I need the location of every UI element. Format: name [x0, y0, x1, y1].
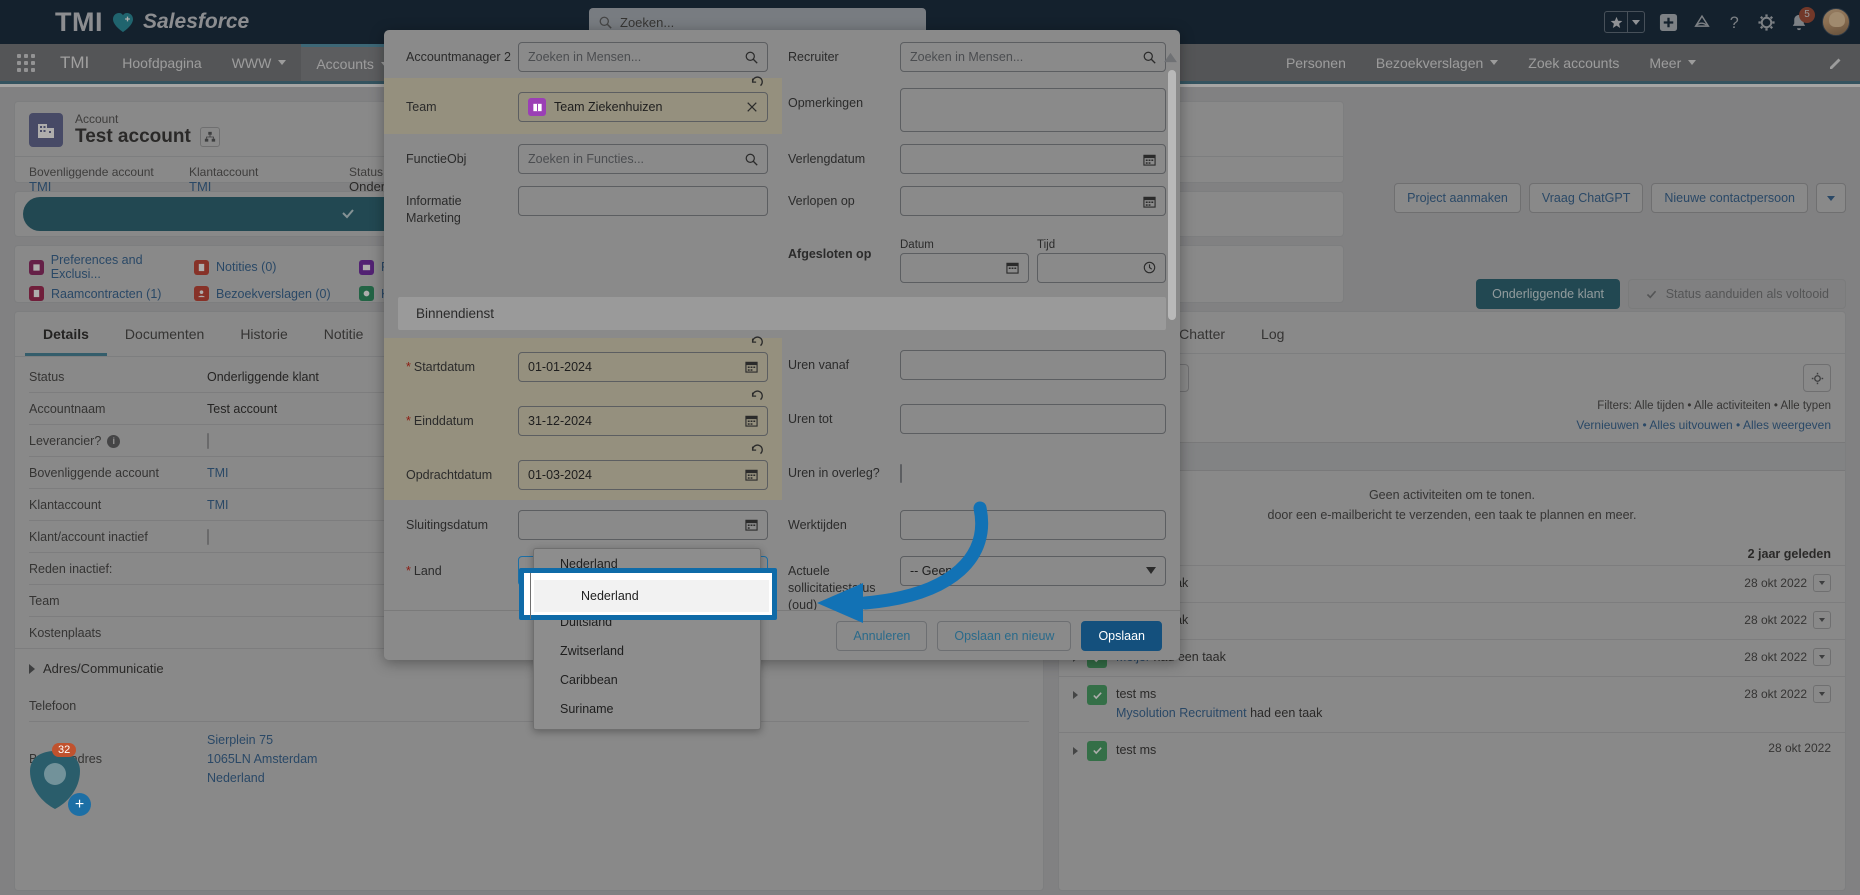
dropdown-option-zwitserland[interactable]: Zwitserland — [534, 636, 760, 665]
team-value: Team Ziekenhuizen — [554, 100, 663, 114]
field-label-verlengdatum: Verlengdatum — [788, 152, 866, 166]
field-label-werktijden: Werktijden — [788, 517, 847, 532]
dropdown-option-suriname[interactable]: Suriname — [534, 694, 760, 723]
afgesloten-op-date-input[interactable] — [900, 252, 1029, 283]
field-value: 01-01-2024 — [528, 359, 592, 374]
save-button[interactable]: Opslaan — [1081, 620, 1162, 651]
field-label-actuele-sollicitatiestatus: Actuele sollicitatiestatus (oud) — [788, 563, 876, 612]
modal-scroll-area: Accountmanager 2 Zoeken in Mensen... Rec… — [384, 30, 1180, 660]
team-pill-field[interactable]: Team Ziekenhuizen — [518, 92, 768, 122]
scroll-up-icon[interactable] — [1163, 50, 1178, 68]
field-label-land: Land — [406, 556, 518, 580]
placeholder-text: Zoeken in Functies... — [528, 152, 645, 166]
einstein-add-icon[interactable]: + — [68, 793, 91, 816]
einstein-badge-count: 32 — [52, 743, 77, 757]
chevron-down-icon — [1146, 567, 1156, 575]
field-label-accountmanager2: Accountmanager 2 — [406, 50, 511, 64]
edit-record-modal: Accountmanager 2 Zoeken in Mensen... Rec… — [384, 30, 1180, 660]
team-icon — [528, 98, 546, 116]
undo-icon[interactable] — [750, 444, 764, 463]
placeholder-text: Zoeken in Mensen... — [910, 50, 1024, 64]
sublabel-datum: Datum — [900, 238, 934, 251]
search-icon — [745, 153, 758, 166]
undo-icon[interactable] — [750, 390, 764, 409]
field-label-verlopen-op: Verlopen op — [788, 194, 855, 208]
field-label-einddatum: Einddatum — [406, 406, 518, 430]
accountmanager2-lookup[interactable]: Zoeken in Mensen... — [518, 42, 768, 72]
sublabel-tijd: Tijd — [1037, 238, 1056, 251]
functieobj-lookup[interactable]: Zoeken in Functies... — [518, 144, 768, 174]
calendar-icon[interactable] — [1143, 195, 1156, 208]
field-label-functieobj: FunctieObj — [406, 152, 467, 166]
calendar-icon[interactable] — [745, 468, 758, 481]
field-value: 31-12-2024 — [528, 413, 592, 428]
verlengdatum-date-input[interactable] — [900, 144, 1166, 174]
close-icon[interactable] — [746, 101, 758, 113]
calendar-icon[interactable] — [745, 518, 758, 531]
search-icon — [745, 51, 758, 64]
startdatum-date-input[interactable]: 01-01-2024 — [518, 351, 768, 382]
field-label-opdrachtdatum: Opdrachtdatum — [406, 467, 493, 482]
werktijden-input[interactable] — [900, 509, 1166, 540]
recruiter-lookup[interactable]: Zoeken in Mensen... — [900, 42, 1166, 72]
informatie-marketing-input[interactable] — [518, 186, 768, 216]
calendar-icon[interactable] — [745, 414, 758, 427]
calendar-icon[interactable] — [745, 360, 758, 373]
uren-vanaf-input[interactable] — [900, 349, 1166, 380]
cancel-button[interactable]: Annuleren — [836, 620, 928, 651]
save-and-new-button[interactable]: Opslaan en nieuw — [937, 620, 1072, 651]
calendar-icon[interactable] — [1143, 153, 1156, 166]
afgesloten-op-time-input[interactable] — [1037, 252, 1166, 283]
uren-in-overleg-checkbox[interactable] — [900, 463, 902, 483]
clock-icon[interactable] — [1143, 261, 1156, 274]
undo-icon[interactable] — [750, 336, 764, 355]
verlopen-op-date-input[interactable] — [900, 186, 1166, 216]
undo-icon[interactable] — [750, 76, 764, 95]
dropdown-option-caribbean[interactable]: Caribbean — [534, 665, 760, 694]
selected-value: -- Geen -- — [910, 563, 965, 578]
actuele-sollicitatiestatus-select[interactable]: -- Geen -- — [900, 555, 1166, 586]
field-label-uren-in-overleg: Uren in overleg? — [788, 465, 880, 480]
calendar-icon[interactable] — [1006, 261, 1019, 274]
field-label-afgesloten-op: Afgesloten op — [788, 246, 872, 261]
field-label-recruiter: Recruiter — [788, 50, 839, 64]
field-label-uren-tot: Uren tot — [788, 411, 833, 426]
field-value: 01-03-2024 — [528, 467, 592, 482]
einddatum-date-input[interactable]: 31-12-2024 — [518, 405, 768, 436]
sluitingsdatum-date-input[interactable] — [518, 509, 768, 540]
annotation-highlight-divider — [530, 573, 531, 619]
field-label-startdatum: Startdatum — [406, 352, 518, 376]
field-label-sluitingsdatum: Sluitingsdatum — [406, 517, 488, 532]
annotation-highlight-box: Nederland — [519, 568, 777, 620]
field-label-team: Team — [406, 100, 437, 114]
section-header-binnendienst: Binnendienst — [398, 296, 1166, 330]
highlighted-option-nederland[interactable]: Nederland — [534, 580, 769, 612]
uren-tot-input[interactable] — [900, 403, 1166, 434]
placeholder-text: Zoeken in Mensen... — [528, 50, 642, 64]
field-label-uren-vanaf: Uren vanaf — [788, 357, 850, 372]
opmerkingen-textarea[interactable] — [900, 88, 1166, 132]
search-icon — [1143, 51, 1156, 64]
field-label-opmerkingen: Opmerkingen — [788, 96, 864, 110]
modal-scrollbar[interactable] — [1168, 70, 1176, 320]
field-label-informatie-marketing: Informatie Marketing — [406, 194, 462, 225]
modal-footer: Annuleren Opslaan en nieuw Opslaan — [384, 610, 1180, 660]
opdrachtdatum-date-input[interactable]: 01-03-2024 — [518, 459, 768, 490]
